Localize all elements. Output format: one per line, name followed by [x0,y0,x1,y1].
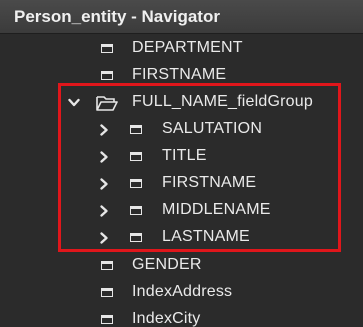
attribute-icon [130,152,142,161]
folder-open-icon [96,94,118,112]
tree-item-firstname-child[interactable]: FIRSTNAME [0,171,363,197]
tree-item-label: IndexAddress [132,283,233,300]
chevron-right-icon[interactable] [98,123,110,137]
attribute-icon [130,125,142,134]
tree-item-label: TITLE [162,147,207,164]
navigator-panel: Person_entity - Navigator DEPARTMENT FIR… [0,0,363,327]
tree-item-gender[interactable]: GENDER [0,253,363,279]
tree-item-lastname[interactable]: LASTNAME [0,225,363,251]
tree-item-department[interactable]: DEPARTMENT [0,36,363,62]
tree-item-title[interactable]: TITLE [0,144,363,170]
tree-item-label: DEPARTMENT [132,39,243,56]
chevron-down-icon[interactable] [68,96,80,110]
tree-item-label: FULL_NAME_fieldGroup [132,93,313,110]
tree-item-label: GENDER [132,256,202,273]
chevron-right-icon[interactable] [98,231,110,245]
chevron-right-icon[interactable] [98,204,110,218]
attribute-icon [101,315,113,324]
tree-item-indexaddress[interactable]: IndexAddress [0,280,363,306]
attribute-icon [101,261,113,270]
chevron-right-icon[interactable] [98,177,110,191]
attribute-icon [101,71,113,80]
tree-item-label: FIRSTNAME [162,174,257,191]
tree-item-middlename[interactable]: MIDDLENAME [0,198,363,224]
tree-item-label: MIDDLENAME [162,201,271,218]
attribute-icon [101,288,113,297]
tree-item-label: IndexCity [132,310,201,327]
tree-item-salutation[interactable]: SALUTATION [0,117,363,143]
tree-item-label: SALUTATION [162,120,263,137]
title-bar[interactable]: Person_entity - Navigator [0,0,363,34]
tree-item-firstname[interactable]: FIRSTNAME [0,63,363,89]
tree-item-full-name-fieldgroup[interactable]: FULL_NAME_fieldGroup [0,90,363,116]
attribute-icon [101,44,113,53]
attribute-icon [130,233,142,242]
attribute-icon [130,179,142,188]
attribute-icon [130,206,142,215]
chevron-right-icon[interactable] [98,150,110,164]
tree-item-indexcity[interactable]: IndexCity [0,307,363,327]
tree-item-label: LASTNAME [162,228,250,245]
panel-title: Person_entity - Navigator [14,7,220,26]
tree-item-label: FIRSTNAME [132,66,227,83]
